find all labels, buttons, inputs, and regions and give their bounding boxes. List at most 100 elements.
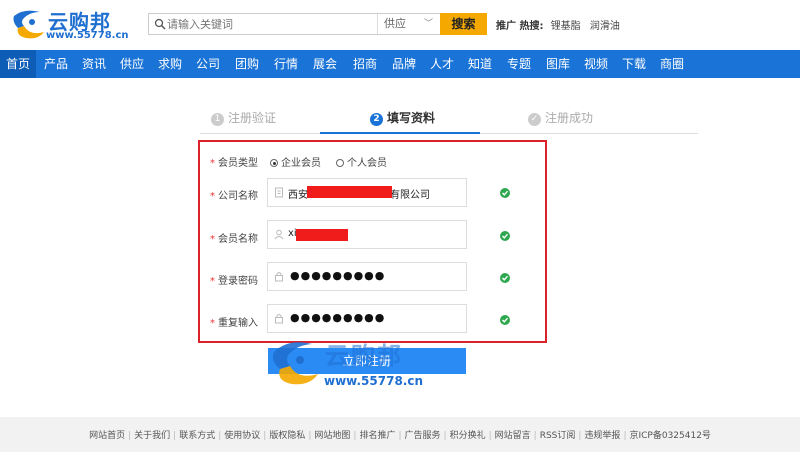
footer-links: 网站首页 | 关于我们 | 联系方式 | 使用协议 | 版权隐私 | 网站地图 | 排名推广 | 广告服务 |… [0, 428, 800, 441]
nav-item[interactable]: 资讯 [76, 50, 112, 78]
step-success: ✓ 注册成功 [528, 108, 593, 128]
step-number: ✓ [528, 113, 541, 126]
step-number: 2 [370, 113, 383, 126]
hot-keyword[interactable]: 锂基脂 [551, 21, 581, 32]
footer-separator: | [533, 431, 537, 441]
search-input[interactable] [167, 14, 377, 34]
main-nav: 首页 产品 资讯 供应 求购 公司 团购 行情 展会 招商 品牌 人才 知道 专题 图库 视频 下载 商圈 [0, 50, 800, 78]
site-logo[interactable]: 云购邦 www.55778.cn [10, 4, 129, 44]
nav-item[interactable]: 下载 [616, 50, 652, 78]
radio-empty-icon [336, 159, 344, 167]
member-type-label: * 会员类型 [210, 158, 258, 169]
check-circle-icon [500, 231, 510, 241]
step-number: 1 [211, 113, 224, 126]
site-footer: 网站首页 | 关于我们 | 联系方式 | 使用协议 | 版权隐私 | 网站地图 | 排名推广 | 广告服务 |… [0, 417, 800, 452]
registration-steps: 1 注册验证 2 填写资料 ✓ 注册成功 [200, 108, 698, 134]
nav-item[interactable]: 视频 [578, 50, 614, 78]
footer-link[interactable]: 版权隐私 [269, 431, 305, 441]
hot-keywords: 推广 热搜: 锂基脂 润滑油 [496, 17, 626, 32]
label-text: 会员类型 [218, 158, 258, 169]
watermark: 云购邦 www.55778.cn [268, 336, 468, 392]
building-icon [275, 187, 283, 198]
footer-separator: | [128, 431, 132, 441]
radio-selected-icon [270, 159, 278, 167]
footer-separator: | [398, 431, 402, 441]
member-name-label: * 会员名称 [210, 234, 258, 245]
step-label: 注册验证 [228, 111, 277, 125]
confirm-password-value: ●●●●●●●●● [290, 311, 386, 324]
password-field[interactable]: ●●●●●●●●● [267, 262, 467, 291]
footer-separator: | [623, 431, 627, 441]
footer-link[interactable]: 网站留言 [495, 431, 531, 441]
footer-link[interactable]: 违规举报 [584, 431, 620, 441]
footer-link[interactable]: 联系方式 [179, 431, 215, 441]
footer-link[interactable]: 网站首页 [89, 431, 125, 441]
nav-item[interactable]: 求购 [152, 50, 188, 78]
company-name-prefix: 西安 [288, 190, 308, 201]
search-icon [154, 18, 166, 30]
radio-enterprise[interactable]: 企业会员 [270, 154, 321, 169]
password-value: ●●●●●●●●● [290, 269, 386, 282]
nav-item[interactable]: 知道 [462, 50, 498, 78]
footer-separator: | [308, 431, 312, 441]
search-bar: 供应 ﹀ 搜索 [148, 13, 487, 35]
label-text: 登录密码 [218, 276, 258, 287]
footer-separator: | [263, 431, 267, 441]
lock-icon [275, 314, 283, 324]
step-verify: 1 注册验证 [211, 108, 276, 128]
chevron-down-icon: ﹀ [423, 19, 433, 29]
step-label: 填写资料 [387, 111, 436, 125]
footer-link[interactable]: 网站地图 [314, 431, 350, 441]
footer-link[interactable]: 使用协议 [224, 431, 260, 441]
company-name-label: * 公司名称 [210, 191, 258, 202]
radio-label: 个人会员 [347, 158, 387, 169]
hot-keyword[interactable]: 润滑油 [590, 21, 620, 32]
hot-label: 推广 热搜: [496, 21, 544, 32]
nav-item[interactable]: 商圈 [654, 50, 690, 78]
nav-item[interactable]: 产品 [38, 50, 74, 78]
redaction-mark [296, 229, 348, 241]
check-circle-icon [500, 315, 510, 325]
password-label: * 登录密码 [210, 276, 258, 287]
nav-item[interactable]: 人才 [424, 50, 460, 78]
footer-link[interactable]: 积分换礼 [450, 431, 486, 441]
footer-link[interactable]: RSS订阅 [540, 431, 576, 441]
footer-link[interactable]: 排名推广 [359, 431, 395, 441]
logo-url: www.55778.cn [46, 30, 129, 41]
footer-separator: | [353, 431, 357, 441]
step-fill-info: 2 填写资料 [370, 108, 435, 128]
nav-item[interactable]: 首页 [0, 50, 36, 78]
footer-separator: | [578, 431, 582, 441]
lock-icon [275, 272, 283, 282]
nav-item[interactable]: 团购 [228, 50, 266, 78]
search-button[interactable]: 搜索 [440, 13, 487, 35]
label-text: 重复输入 [218, 318, 258, 329]
nav-item[interactable]: 公司 [190, 50, 226, 78]
watermark-url: www.55778.cn [324, 374, 424, 388]
watermark-text: 云购邦 [325, 342, 403, 370]
search-category-select[interactable]: 供应 ﹀ [377, 14, 439, 34]
steps-active-indicator [320, 132, 480, 134]
user-icon [274, 229, 284, 240]
step-label: 注册成功 [545, 111, 594, 125]
footer-separator: | [488, 431, 492, 441]
footer-link[interactable]: 广告服务 [405, 431, 441, 441]
nav-item[interactable]: 行情 [268, 50, 304, 78]
nav-item[interactable]: 品牌 [386, 50, 422, 78]
nav-item[interactable]: 图库 [540, 50, 576, 78]
footer-separator: | [443, 431, 447, 441]
nav-item[interactable]: 供应 [114, 50, 150, 78]
check-circle-icon [500, 273, 510, 283]
site-header: 云购邦 www.55778.cn 供应 ﹀ 搜索 推广 热搜: 锂基脂 润滑油 [0, 0, 800, 48]
radio-personal[interactable]: 个人会员 [336, 154, 387, 169]
nav-item[interactable]: 展会 [306, 50, 344, 78]
nav-item[interactable]: 专题 [500, 50, 538, 78]
watermark-logo-icon [272, 342, 318, 385]
footer-link[interactable]: 关于我们 [134, 431, 170, 441]
logo-swirl-icon [13, 10, 44, 39]
company-name-suffix: 有限公司 [390, 190, 430, 201]
footer-separator: | [218, 431, 222, 441]
footer-link[interactable]: 京ICP备0325412号 [629, 431, 710, 441]
confirm-password-field[interactable]: ●●●●●●●●● [267, 304, 467, 333]
nav-item[interactable]: 招商 [346, 50, 384, 78]
